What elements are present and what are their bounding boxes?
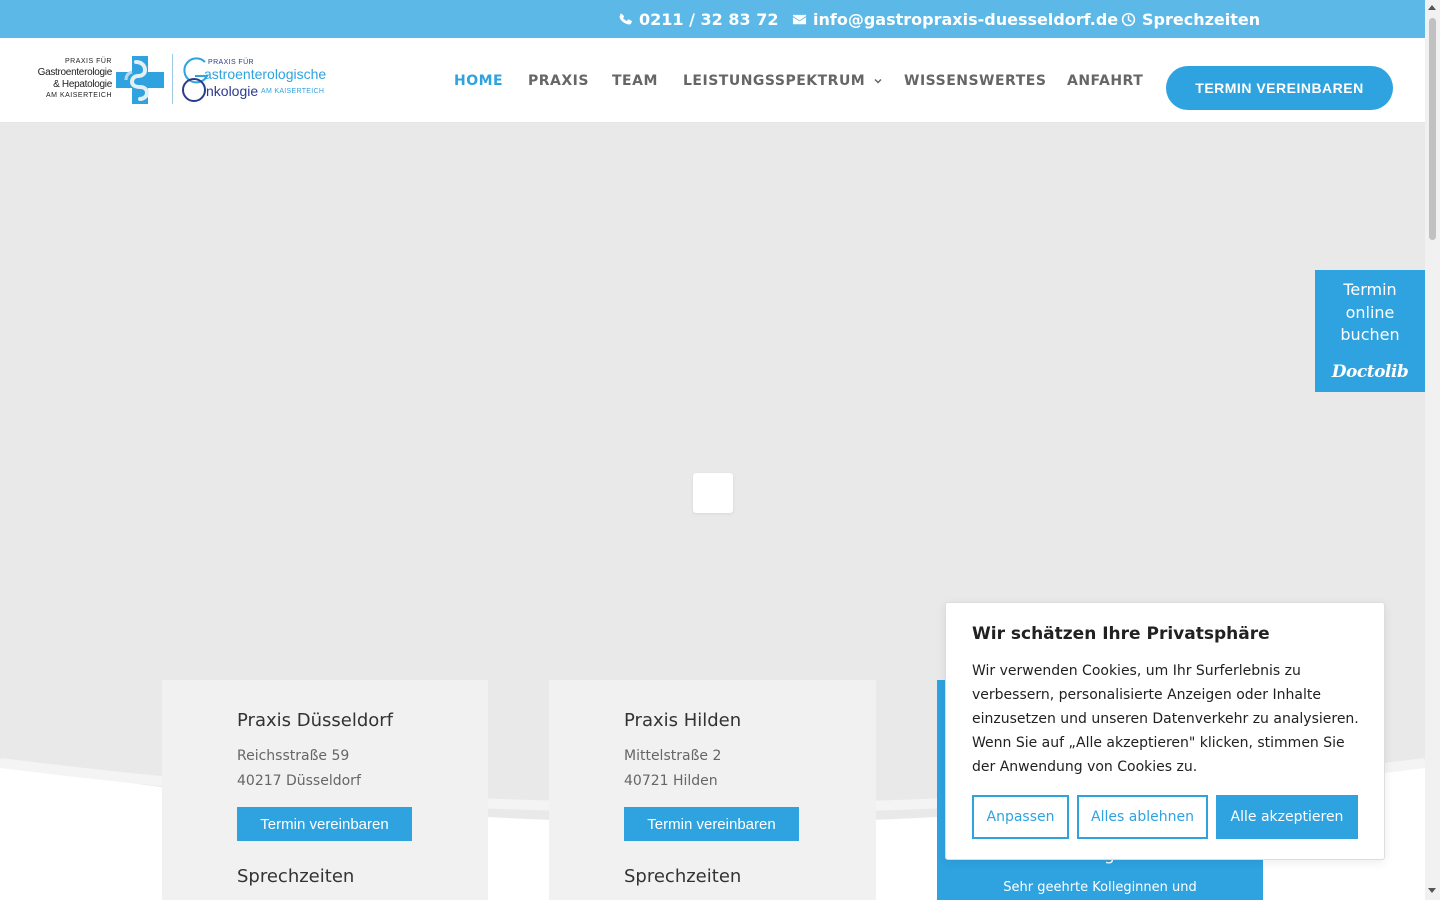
mail-icon	[792, 14, 807, 24]
topbar-hours[interactable]: Sprechzeiten	[1121, 0, 1260, 38]
cookie-customize-button[interactable]: Anpassen	[972, 795, 1069, 839]
doctolib-line2: online	[1345, 302, 1395, 322]
logo-main-text: Gastroenterologie	[37, 67, 113, 78]
site-header: PRAXIS FÜR Gastroenterologie & Hepatolog…	[0, 38, 1425, 123]
nav-wissen: WISSENSWERTES	[904, 38, 1046, 123]
nav-link-anfahrt[interactable]: ANFAHRT	[1067, 73, 1143, 89]
card-city: 40217 Düsseldorf	[237, 773, 361, 789]
cookie-accept-button[interactable]: Alle akzeptieren	[1216, 795, 1358, 839]
scroll-down-arrow[interactable]	[1428, 888, 1436, 893]
card-termin-button[interactable]: Termin vereinbaren	[237, 807, 412, 841]
nav-link-team[interactable]: TEAM	[612, 73, 658, 89]
card-address: Mittelstraße 2 40721 Hilden	[624, 744, 721, 794]
page-scrollbar[interactable]	[1425, 0, 1440, 900]
logo-divider	[172, 54, 173, 104]
cookie-text: Wir verwenden Cookies, um Ihr Surferlebn…	[972, 663, 1359, 775]
onkologie-logo[interactable]: PRAXIS FÜR astroenterologische nkologie …	[180, 56, 330, 106]
top-bar: 0211 / 32 83 72 info@gastropraxis-duesse…	[0, 0, 1425, 38]
scrollbar-thumb[interactable]	[1429, 18, 1436, 240]
chevron-down-icon	[874, 78, 882, 84]
card-termin-button[interactable]: Termin vereinbaren	[624, 807, 799, 841]
cookie-title: Wir schätzen Ihre Privatsphäre	[972, 624, 1270, 644]
nav-leistungen: LEISTUNGSSPEKTRUM	[683, 38, 883, 123]
medical-cross-icon	[116, 56, 164, 104]
card-hours-heading: Sprechzeiten	[237, 866, 355, 887]
nav-anfahrt: ANFAHRT	[1067, 38, 1143, 123]
doctolib-logo: Doctolib	[1331, 361, 1409, 382]
logo2-small-text-2: AM KAISERTEICH	[261, 88, 325, 95]
logo2-small-text: PRAXIS FÜR	[208, 59, 255, 66]
hours-link: Sprechzeiten	[1142, 9, 1261, 29]
scroll-up-arrow[interactable]	[1428, 5, 1436, 10]
nav-link-leistungen[interactable]: LEISTUNGSSPEKTRUM	[683, 73, 883, 89]
nav-link-praxis[interactable]: PRAXIS	[528, 73, 589, 89]
card-ueberweisung-text: Sehr geehrte Kolleginnen und	[1003, 880, 1197, 895]
doctolib-line3: buchen	[1340, 325, 1400, 344]
slider-loader	[693, 473, 733, 513]
nav-link-wissenswertes[interactable]: WISSENSWERTES	[904, 73, 1046, 89]
gastro-logo[interactable]: PRAXIS FÜR Gastroenterologie & Hepatolog…	[38, 56, 168, 106]
cookie-consent-dialog: Wir schätzen Ihre Privatsphäre Wir verwe…	[945, 602, 1385, 860]
card-address: Reichsstraße 59 40217 Düsseldorf	[237, 744, 361, 794]
logo-small-text: PRAXIS FÜR	[64, 58, 112, 65]
termin-vereinbaren-button[interactable]: TERMIN VEREINBAREN	[1166, 66, 1393, 110]
card-hours-heading: Sprechzeiten	[624, 866, 742, 887]
topbar-phone[interactable]: 0211 / 32 83 72	[618, 0, 778, 38]
logo2-word2: nkologie	[206, 83, 259, 99]
card-praxis-duesseldorf: Praxis Düsseldorf Reichsstraße 59 40217 …	[162, 680, 488, 900]
nav-home: HOME	[454, 38, 503, 123]
doctolib-line1: Termin	[1343, 280, 1397, 299]
nav-praxis: PRAXIS	[528, 38, 589, 123]
card-praxis-hilden: Praxis Hilden Mittelstraße 2 40721 Hilde…	[549, 680, 876, 900]
nav-link-leistungen-label: LEISTUNGSSPEKTRUM	[683, 72, 866, 89]
nav-team: TEAM	[612, 38, 658, 123]
card-title: Praxis Düsseldorf	[237, 710, 393, 731]
nav-link-home[interactable]: HOME	[454, 73, 503, 89]
logo-main-text-2: & Hepatologie	[53, 79, 112, 90]
email-address: info@gastropraxis-duesseldorf.de	[813, 9, 1119, 29]
doctolib-booking-button[interactable]: Termin online buchen Doctolib	[1315, 270, 1425, 392]
phone-icon	[619, 13, 632, 24]
topbar-email[interactable]: info@gastropraxis-duesseldorf.de	[792, 0, 1118, 38]
card-title: Praxis Hilden	[624, 710, 742, 731]
logo2-word1: astroenterologische	[204, 66, 327, 82]
cookie-reject-button[interactable]: Alles ablehnen	[1077, 795, 1208, 839]
card-street: Mittelstraße 2	[624, 748, 722, 764]
logo-small-text-2: AM KAISERTEICH	[46, 92, 112, 99]
card-city: 40721 Hilden	[624, 773, 718, 789]
clock-icon	[1121, 12, 1136, 26]
card-street: Reichsstraße 59	[237, 748, 350, 764]
phone-number: 0211 / 32 83 72	[639, 9, 779, 29]
